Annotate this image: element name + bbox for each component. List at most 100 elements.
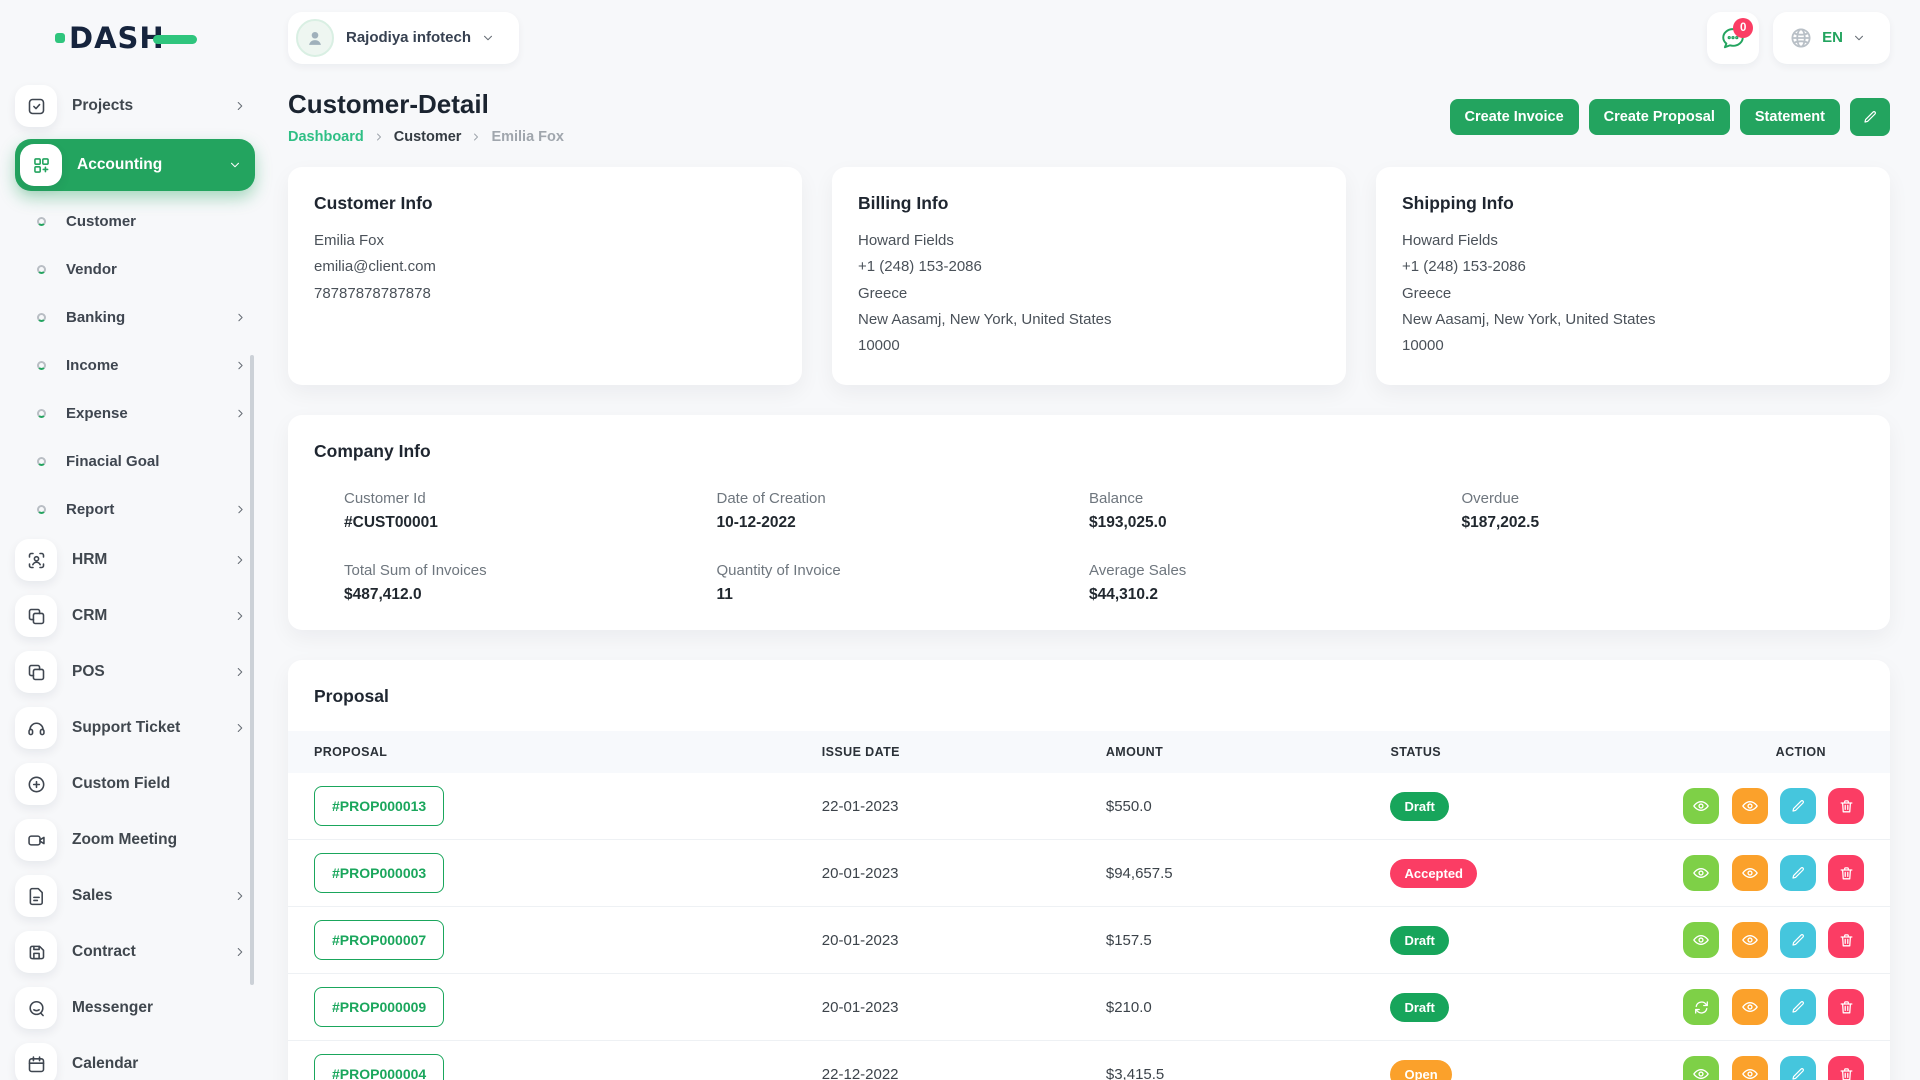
create-proposal-button[interactable]: Create Proposal bbox=[1589, 99, 1730, 135]
issue-date: 20-01-2023 bbox=[810, 840, 1094, 907]
sidebar-item-sales[interactable]: Sales bbox=[15, 873, 255, 919]
sidebar-item-projects[interactable]: Projects bbox=[15, 83, 255, 129]
column-header-status: Status bbox=[1378, 731, 1663, 773]
billing-address: New Aasamj, New York, United States bbox=[858, 307, 1320, 333]
column-header-amount: Amount bbox=[1094, 731, 1379, 773]
card-title: Shipping Info bbox=[1402, 193, 1864, 214]
table-row: #PROP000004 22-12-2022 $3,415.5 Open bbox=[288, 1041, 1890, 1080]
sidebar-item-zoom-meeting[interactable]: Zoom Meeting bbox=[15, 817, 255, 863]
status-badge: Draft bbox=[1390, 792, 1448, 821]
amount: $94,657.5 bbox=[1094, 840, 1379, 907]
logo-text: DASH bbox=[69, 21, 165, 55]
sidebar-item-label: Sales bbox=[72, 887, 233, 905]
proposal-table: Proposal Issue Date Amount Status Action… bbox=[288, 731, 1890, 1080]
breadcrumb-dashboard[interactable]: Dashboard bbox=[288, 129, 364, 145]
language-code: EN bbox=[1822, 29, 1843, 46]
sidebar-item-messenger[interactable]: Messenger bbox=[15, 985, 255, 1031]
status-badge: Draft bbox=[1390, 993, 1448, 1022]
sidebar-item-calendar[interactable]: Calendar bbox=[15, 1041, 255, 1080]
view-button[interactable] bbox=[1683, 788, 1719, 824]
delete-button[interactable] bbox=[1828, 1056, 1864, 1080]
chevron-down-icon bbox=[1852, 31, 1866, 45]
app-logo[interactable]: DASH bbox=[15, 0, 255, 75]
sidebar-item-support-ticket[interactable]: Support Ticket bbox=[15, 705, 255, 751]
sidebar-item-label: Projects bbox=[72, 97, 233, 115]
trash-icon bbox=[1838, 865, 1855, 882]
view-button[interactable] bbox=[1683, 1056, 1719, 1080]
breadcrumb-customer[interactable]: Customer bbox=[394, 129, 462, 145]
eye-icon bbox=[1741, 998, 1759, 1016]
create-invoice-button[interactable]: Create Invoice bbox=[1450, 99, 1579, 135]
statement-button[interactable]: Statement bbox=[1740, 99, 1840, 135]
preview-button[interactable] bbox=[1732, 788, 1768, 824]
view-button[interactable] bbox=[1683, 922, 1719, 958]
delete-button[interactable] bbox=[1828, 922, 1864, 958]
view-button[interactable] bbox=[1683, 855, 1719, 891]
sidebar-item-hrm[interactable]: HRM bbox=[15, 537, 255, 583]
bullet-icon bbox=[37, 505, 46, 514]
shipping-phone: +1 (248) 153-2086 bbox=[1402, 254, 1864, 280]
sidebar-item-pos[interactable]: POS bbox=[15, 649, 255, 695]
delete-button[interactable] bbox=[1828, 855, 1864, 891]
proposal-link[interactable]: #PROP000004 bbox=[314, 1054, 444, 1080]
billing-country: Greece bbox=[858, 281, 1320, 307]
chevron-right-icon bbox=[233, 721, 247, 735]
sidebar-item-vendor[interactable]: Vendor bbox=[15, 249, 255, 289]
chevron-down-icon bbox=[228, 158, 242, 172]
plus-circle-icon bbox=[15, 763, 57, 805]
trash-icon bbox=[1838, 932, 1855, 949]
language-selector[interactable]: EN bbox=[1773, 12, 1890, 64]
proposal-link[interactable]: #PROP000003 bbox=[314, 853, 444, 893]
messages-button[interactable]: 0 bbox=[1707, 12, 1759, 64]
video-icon bbox=[15, 819, 57, 861]
preview-button[interactable] bbox=[1732, 855, 1768, 891]
pencil-icon bbox=[1862, 109, 1878, 125]
edit-customer-button[interactable] bbox=[1850, 98, 1890, 136]
sidebar-item-report[interactable]: Report bbox=[15, 489, 255, 529]
sidebar-item-customer[interactable]: Customer bbox=[15, 201, 255, 241]
sidebar-item-label: Calendar bbox=[72, 1055, 255, 1073]
preview-button[interactable] bbox=[1732, 1056, 1768, 1080]
workspace-selector[interactable]: Rajodiya infotech bbox=[288, 12, 519, 64]
issue-date: 22-12-2022 bbox=[810, 1041, 1094, 1080]
sidebar-item-expense[interactable]: Expense bbox=[15, 393, 255, 433]
bullet-icon bbox=[37, 361, 46, 370]
sidebar-item-label: Support Ticket bbox=[72, 719, 233, 737]
customer-name: Emilia Fox bbox=[314, 228, 776, 254]
preview-button[interactable] bbox=[1732, 922, 1768, 958]
workspace-name: Rajodiya infotech bbox=[346, 29, 471, 46]
proposal-link[interactable]: #PROP000007 bbox=[314, 920, 444, 960]
breadcrumb-current: Emilia Fox bbox=[491, 129, 564, 145]
edit-button[interactable] bbox=[1780, 788, 1816, 824]
sidebar-item-income[interactable]: Income bbox=[15, 345, 255, 385]
sidebar-scrollbar[interactable] bbox=[250, 355, 254, 985]
proposal-link[interactable]: #PROP000009 bbox=[314, 987, 444, 1027]
edit-button[interactable] bbox=[1780, 989, 1816, 1025]
sidebar-item-finacial-goal[interactable]: Finacial Goal bbox=[15, 441, 255, 481]
sidebar-item-crm[interactable]: CRM bbox=[15, 593, 255, 639]
eye-icon bbox=[1692, 1065, 1710, 1080]
issue-date: 20-01-2023 bbox=[810, 907, 1094, 974]
delete-button[interactable] bbox=[1828, 989, 1864, 1025]
sidebar-item-banking[interactable]: Banking bbox=[15, 297, 255, 337]
sidebar-item-accounting[interactable]: Accounting bbox=[15, 139, 255, 191]
convert-button[interactable] bbox=[1683, 989, 1719, 1025]
info-cards-row: Customer Info Emilia Fox emilia@client.c… bbox=[288, 167, 1890, 385]
chevron-right-icon bbox=[234, 311, 247, 324]
customer-phone: 78787878787878 bbox=[314, 281, 776, 307]
customer-info-card: Customer Info Emilia Fox emilia@client.c… bbox=[288, 167, 802, 385]
chevron-right-icon bbox=[234, 359, 247, 372]
edit-button[interactable] bbox=[1780, 855, 1816, 891]
edit-button[interactable] bbox=[1780, 922, 1816, 958]
preview-button[interactable] bbox=[1732, 989, 1768, 1025]
copy-icon bbox=[15, 595, 57, 637]
sidebar-item-contract[interactable]: Contract bbox=[15, 929, 255, 975]
bullet-icon bbox=[37, 217, 46, 226]
shipping-address: New Aasamj, New York, United States bbox=[1402, 307, 1864, 333]
trash-icon bbox=[1838, 1066, 1855, 1080]
sidebar-item-custom-field[interactable]: Custom Field bbox=[15, 761, 255, 807]
column-header-action: Action bbox=[1663, 731, 1890, 773]
edit-button[interactable] bbox=[1780, 1056, 1816, 1080]
delete-button[interactable] bbox=[1828, 788, 1864, 824]
proposal-link[interactable]: #PROP000013 bbox=[314, 786, 444, 826]
